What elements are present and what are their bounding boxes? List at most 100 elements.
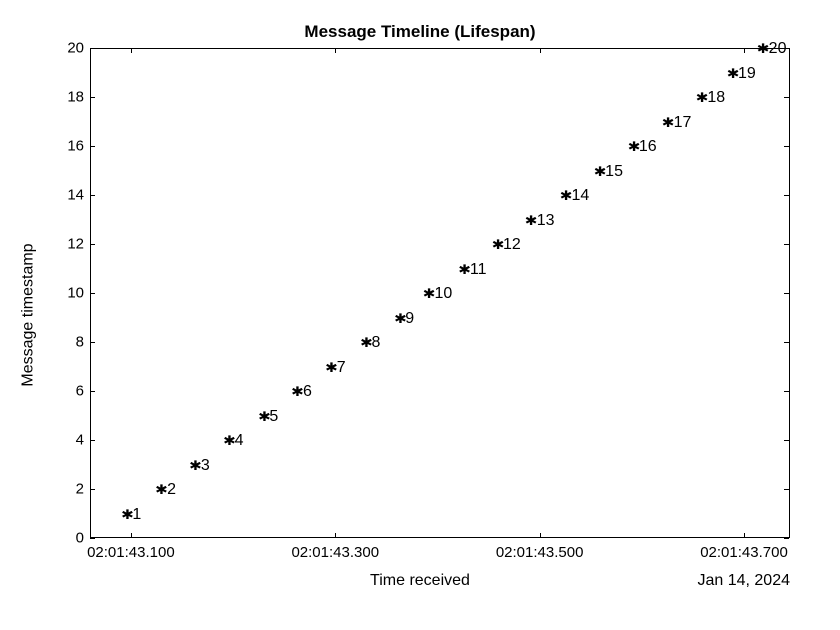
y-tick-mark: [784, 244, 789, 245]
data-point: ✱4: [224, 430, 243, 450]
data-point: ✱3: [191, 455, 210, 475]
data-point-label: 11: [470, 261, 487, 278]
data-point-label: 13: [537, 212, 555, 229]
data-point: ✱14: [561, 185, 589, 205]
y-tick-mark: [90, 391, 95, 392]
asterisk-icon: ✱: [423, 283, 435, 303]
asterisk-icon: ✱: [492, 234, 504, 254]
y-tick-label: 6: [24, 383, 84, 400]
y-tick-mark: [784, 97, 789, 98]
y-tick-mark: [784, 293, 789, 294]
y-tick-mark: [784, 391, 789, 392]
asterisk-icon: ✱: [190, 455, 202, 475]
asterisk-icon: ✱: [292, 381, 304, 401]
y-tick-mark: [90, 538, 95, 539]
x-tick-mark: [335, 48, 336, 53]
asterisk-icon: ✱: [121, 504, 133, 524]
data-point: ✱6: [293, 381, 312, 401]
data-point: ✱19: [728, 63, 756, 83]
y-tick-mark: [90, 97, 95, 98]
data-point-label: 14: [571, 187, 589, 204]
data-point-label: 9: [405, 310, 414, 327]
data-point: ✱18: [697, 87, 725, 107]
y-tick-mark: [784, 440, 789, 441]
x-tick-label: 02:01:43.300: [291, 544, 379, 561]
asterisk-icon: ✱: [628, 136, 640, 156]
y-tick-label: 10: [24, 285, 84, 302]
data-point: ✱12: [493, 234, 521, 254]
y-tick-label: 4: [24, 432, 84, 449]
y-tick-label: 20: [24, 40, 84, 57]
data-point: ✱2: [157, 479, 176, 499]
y-tick-mark: [90, 342, 95, 343]
asterisk-icon: ✱: [224, 430, 236, 450]
data-point-label: 15: [605, 163, 623, 180]
data-point: ✱9: [395, 308, 414, 328]
y-tick-label: 2: [24, 481, 84, 498]
data-point: ✱17: [663, 112, 691, 132]
y-tick-mark: [784, 146, 789, 147]
asterisk-icon: ✱: [459, 259, 471, 279]
y-tick-label: 18: [24, 89, 84, 106]
data-point-label: 20: [769, 40, 787, 57]
data-point: ✱16: [629, 136, 657, 156]
asterisk-icon: ✱: [758, 38, 770, 58]
data-point-label: 8: [372, 334, 381, 351]
y-tick-label: 8: [24, 334, 84, 351]
y-axis-label-text: Message timestamp: [20, 243, 38, 386]
y-tick-mark: [784, 195, 789, 196]
data-point: ✱11: [460, 259, 487, 279]
x-tick-mark: [131, 48, 132, 53]
y-tick-mark: [90, 195, 95, 196]
data-point-label: 10: [435, 285, 453, 302]
data-point: ✱15: [595, 161, 623, 181]
data-point-label: 1: [132, 506, 141, 523]
data-point: ✱1: [122, 504, 141, 524]
asterisk-icon: ✱: [663, 112, 675, 132]
y-tick-label: 0: [24, 530, 84, 547]
data-point-label: 5: [269, 408, 278, 425]
x-tick-label: 02:01:43.700: [700, 544, 788, 561]
data-point-label: 16: [639, 138, 657, 155]
asterisk-icon: ✱: [560, 185, 572, 205]
x-tick-label: 02:01:43.500: [496, 544, 584, 561]
y-tick-mark: [784, 342, 789, 343]
asterisk-icon: ✱: [394, 308, 406, 328]
y-tick-label: 14: [24, 187, 84, 204]
asterisk-icon: ✱: [360, 332, 372, 352]
y-tick-mark: [784, 489, 789, 490]
data-point-label: 6: [303, 383, 312, 400]
data-point-label: 2: [167, 481, 176, 498]
asterisk-icon: ✱: [258, 406, 270, 426]
data-point: ✱20: [758, 38, 786, 58]
data-point: ✱13: [526, 210, 554, 230]
x-tick-mark: [131, 533, 132, 538]
data-point-label: 12: [503, 236, 521, 253]
data-point-label: 4: [235, 432, 244, 449]
asterisk-icon: ✱: [156, 479, 168, 499]
asterisk-icon: ✱: [526, 210, 538, 230]
asterisk-icon: ✱: [727, 63, 739, 83]
x-tick-mark: [744, 533, 745, 538]
data-point-label: 3: [201, 457, 210, 474]
chart-container: Message Timeline (Lifespan) Message time…: [0, 0, 840, 630]
data-point-label: 18: [707, 89, 725, 106]
data-point-label: 17: [674, 114, 692, 131]
y-tick-mark: [784, 538, 789, 539]
data-point: ✱10: [424, 283, 452, 303]
y-tick-label: 16: [24, 138, 84, 155]
y-tick-mark: [90, 293, 95, 294]
data-point: ✱5: [259, 406, 278, 426]
y-tick-mark: [90, 146, 95, 147]
asterisk-icon: ✱: [326, 357, 338, 377]
data-point: ✱8: [361, 332, 380, 352]
y-tick-mark: [90, 244, 95, 245]
y-tick-mark: [90, 489, 95, 490]
x-tick-mark: [744, 48, 745, 53]
x-tick-mark: [335, 533, 336, 538]
data-point-label: 7: [337, 359, 346, 376]
y-tick-mark: [90, 440, 95, 441]
asterisk-icon: ✱: [594, 161, 606, 181]
asterisk-icon: ✱: [696, 87, 708, 107]
x-tick-label: 02:01:43.100: [87, 544, 175, 561]
